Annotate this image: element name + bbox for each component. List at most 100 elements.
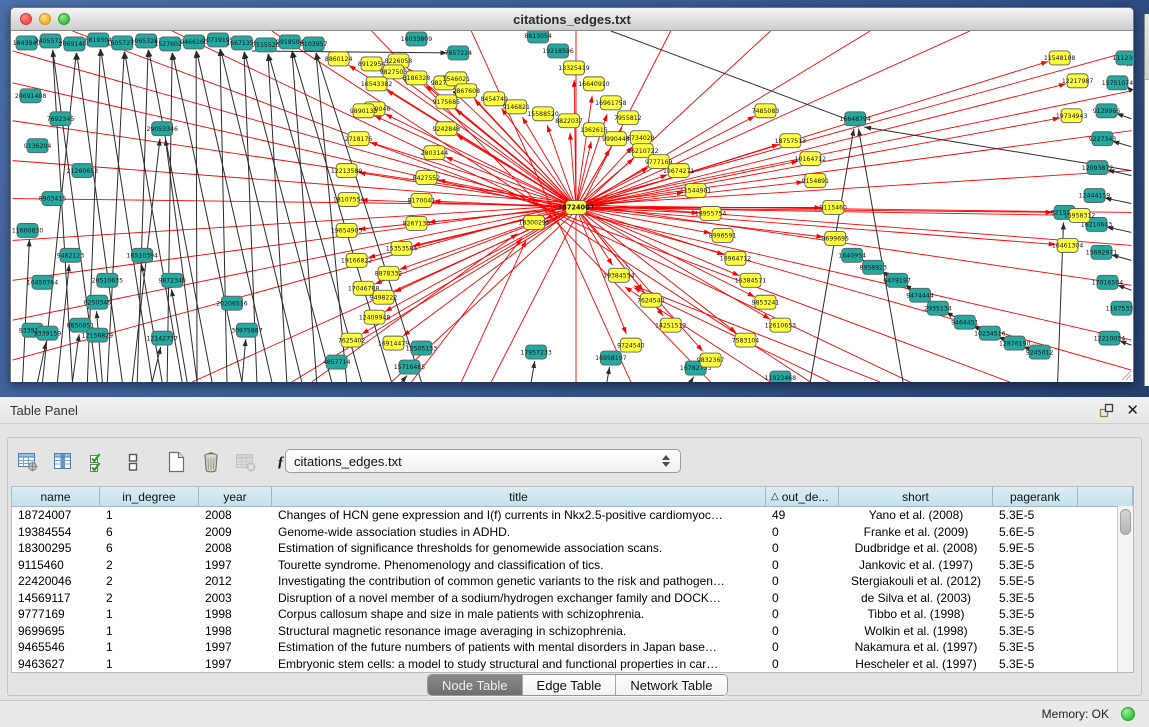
table-cell[interactable]: 2012	[199, 574, 272, 588]
table-cell[interactable]: 5.3E-5	[993, 607, 1078, 621]
table-cell[interactable]: 1998	[199, 607, 272, 621]
table-cell[interactable]: 5.3E-5	[993, 624, 1078, 638]
table-settings-icon[interactable]	[16, 450, 40, 474]
table-cell[interactable]: 19384554	[12, 525, 100, 539]
graph-edge[interactable]	[23, 239, 30, 382]
table-cell[interactable]: 9465546	[12, 640, 100, 654]
table-cell[interactable]: 5.3E-5	[993, 558, 1078, 572]
column-header-out_de[interactable]: △out_de...	[766, 487, 839, 507]
graph-edge[interactable]	[691, 377, 694, 382]
table-cell[interactable]: 0	[766, 558, 839, 572]
table-cell[interactable]: Embryonic stem cells: a model to study s…	[272, 657, 766, 671]
table-cell[interactable]: 6	[100, 541, 199, 555]
table-cell[interactable]: Disruption of a novel member of a sodium…	[272, 591, 766, 605]
table-cell[interactable]: Wolkin et al. (1998)	[839, 624, 993, 638]
create-column-icon[interactable]	[164, 450, 188, 474]
undock-icon[interactable]	[1099, 403, 1114, 418]
table-row[interactable]: 946362711997Embryonic stem cells: a mode…	[12, 656, 1133, 673]
table-cell[interactable]: 14569117	[12, 591, 100, 605]
graph-edge[interactable]	[576, 96, 592, 208]
table-cell[interactable]: Stergiakouli et al. (2012)	[839, 574, 993, 588]
graph-edge[interactable]	[607, 367, 610, 382]
table-cell[interactable]: 2009	[199, 525, 272, 539]
close-icon[interactable]: ✕	[1126, 403, 1139, 418]
table-cell[interactable]: 2008	[199, 541, 272, 555]
table-cell[interactable]: 2008	[199, 508, 272, 522]
table-cell[interactable]: Yano et al. (2008)	[839, 508, 993, 522]
table-cell[interactable]: 0	[766, 624, 839, 638]
table-row[interactable]: 946554611997Estimation of the future num…	[12, 639, 1133, 656]
table-cell[interactable]: 5.3E-5	[993, 657, 1078, 671]
graph-edge[interactable]	[576, 207, 703, 351]
table-cell[interactable]: 5.6E-5	[993, 525, 1078, 539]
graph-edge[interactable]	[252, 51, 447, 53]
table-cell[interactable]: 9115460	[12, 558, 100, 572]
row-height-icon[interactable]	[121, 450, 145, 474]
table-row[interactable]: 911546021997Tourette syndrome. Phenomeno…	[12, 557, 1133, 574]
table-row[interactable]: 2242004622012Investigating the contribut…	[12, 573, 1133, 590]
graph-edge[interactable]	[292, 51, 317, 382]
table-row[interactable]: 969969511998Structural magnetic resonanc…	[12, 623, 1133, 640]
table-cell[interactable]: 5.3E-5	[993, 640, 1078, 654]
scrollbar-thumb[interactable]	[1120, 509, 1131, 535]
table-cell[interactable]: 6	[100, 525, 199, 539]
table-cell[interactable]: Tourette syndrome. Phenomenology and cla…	[272, 558, 766, 572]
table-cell[interactable]: 5.3E-5	[993, 591, 1078, 605]
table-scrollbar[interactable]	[1117, 506, 1133, 672]
table-row[interactable]: 1938455462009Genome-wide association stu…	[12, 524, 1133, 541]
column-header-name[interactable]: name	[12, 487, 100, 507]
table-cell[interactable]: de Silva et al. (2003)	[839, 591, 993, 605]
table-row[interactable]: 977716911998Corpus callosum shape and si…	[12, 606, 1133, 623]
table-cell[interactable]: 2	[100, 558, 199, 572]
table-cell[interactable]: Tibbo et al. (1998)	[839, 607, 993, 621]
network-window-titlebar[interactable]: citations_edges.txt	[11, 8, 1133, 31]
table-cell[interactable]: 18724007	[12, 508, 100, 522]
table-cell[interactable]: 0	[766, 591, 839, 605]
window-close-button[interactable]	[20, 13, 32, 25]
table-cell[interactable]: 0	[766, 525, 839, 539]
table-cell[interactable]: 1	[100, 657, 199, 671]
table-cell[interactable]: 5.5E-5	[993, 574, 1078, 588]
table-cell[interactable]: 1998	[199, 624, 272, 638]
table-cell[interactable]: 5.3E-5	[993, 508, 1078, 522]
graph-edge[interactable]	[457, 135, 576, 208]
table-cell[interactable]: Jankovic et al. (1997)	[839, 558, 993, 572]
table-cell[interactable]: 0	[766, 607, 839, 621]
citation-network-graph[interactable]: 1643940240557242069140688193041605727310…	[11, 31, 1133, 382]
graph-edge[interactable]	[374, 116, 576, 208]
graph-edge[interactable]	[576, 141, 591, 207]
table-row[interactable]: 1456911722003Disruption of a novel membe…	[12, 590, 1133, 607]
table-cell[interactable]: Nakamura et al. (1997)	[839, 640, 993, 654]
table-cell[interactable]: Corpus callosum shape and size in male p…	[272, 607, 766, 621]
table-cell[interactable]: 1	[100, 640, 199, 654]
table-cell[interactable]: Investigating the contribution of common…	[272, 574, 766, 588]
graph-edge[interactable]	[137, 50, 148, 382]
graph-edge[interactable]	[461, 240, 526, 382]
table-cell[interactable]: Dudbridge et al. (2008)	[839, 541, 993, 555]
table-cell[interactable]: 1997	[199, 558, 272, 572]
table-cell[interactable]: 2003	[199, 591, 272, 605]
select-visible-columns-icon[interactable]	[86, 450, 110, 474]
table-cell[interactable]: 0	[766, 541, 839, 555]
column-chooser-icon[interactable]	[51, 450, 75, 474]
table-cell[interactable]: 0	[766, 574, 839, 588]
table-cell[interactable]: 1997	[199, 657, 272, 671]
graph-edge[interactable]	[401, 376, 407, 382]
graph-edge[interactable]	[196, 51, 197, 382]
table-cell[interactable]: Estimation of the future numbers of pati…	[272, 640, 766, 654]
table-cell[interactable]: 49	[766, 508, 839, 522]
table-cell[interactable]: Franke et al. (2009)	[839, 525, 993, 539]
graph-edge[interactable]	[242, 339, 246, 382]
table-selector[interactable]: citations_edges.txt	[285, 449, 681, 473]
table-row[interactable]: 1872400712008Changes of HCN gene express…	[12, 507, 1133, 524]
table-cell[interactable]: 0	[766, 640, 839, 654]
table-cell[interactable]: 5.9E-5	[993, 541, 1078, 555]
table-cell[interactable]: 1	[100, 508, 199, 522]
table-cell[interactable]: 18300295	[12, 541, 100, 555]
graph-edge[interactable]	[446, 157, 576, 208]
table-cell[interactable]: Estimation of significance thresholds fo…	[272, 541, 766, 555]
table-cell[interactable]: Genome-wide association studies in ADHD.	[272, 525, 766, 539]
table-cell[interactable]: 9777169	[12, 607, 100, 621]
graph-edge[interactable]	[268, 54, 287, 382]
table-cell[interactable]: Changes of HCN gene expression and I(f) …	[272, 508, 766, 522]
